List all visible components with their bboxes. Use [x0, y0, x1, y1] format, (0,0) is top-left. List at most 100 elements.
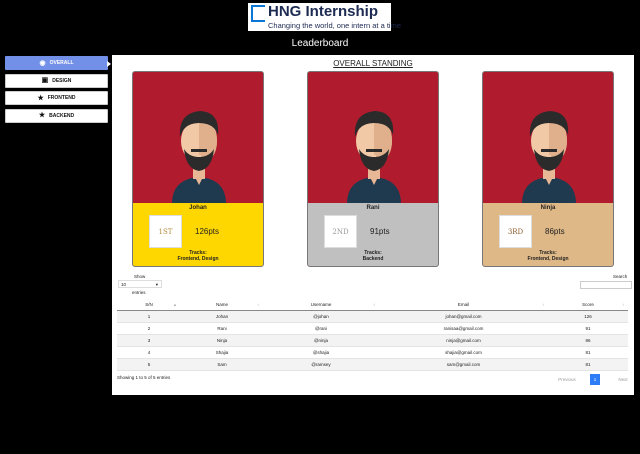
- cell-name: Johan: [181, 310, 263, 322]
- avatar-icon: [522, 111, 576, 204]
- cell-score: 126: [548, 310, 628, 322]
- brand-tagline: Changing the world, one intern at a time: [268, 21, 401, 30]
- cell-name: Sam: [181, 358, 263, 370]
- cell-username: @ninja: [263, 334, 379, 346]
- sort-icon: ↕: [373, 302, 375, 307]
- column-header-score[interactable]: Score ↕: [548, 300, 628, 311]
- card-footer-content: 3RD 86pts Tracks: Frontend, Design: [483, 203, 613, 266]
- column-header-name[interactable]: Name ↕: [181, 300, 263, 311]
- medal-icon: 3RD: [499, 215, 532, 248]
- entries-label: entries: [132, 290, 146, 295]
- sidebar-item-design[interactable]: ▣ DESIGN: [5, 73, 108, 88]
- medal-icon: 2ND: [324, 215, 357, 248]
- user-circle-icon: ◉: [39, 59, 46, 67]
- search-input[interactable]: [580, 281, 632, 289]
- rank-label: 2ND: [332, 228, 349, 236]
- sidebar-item-label: BACKEND: [49, 112, 75, 119]
- column-header-username[interactable]: Username ↕: [263, 300, 379, 311]
- cell-score: 91: [585, 325, 591, 331]
- card-footer-content: 2ND 91pts Tracks: Backend: [308, 203, 438, 266]
- leaderboard-table: S/N ▲ Name ↕ Username ↕ Email ↕ Score ↕ 1 Joh…: [117, 300, 628, 371]
- star-icon: ★: [37, 94, 44, 102]
- medal-icon: 1ST: [149, 215, 182, 248]
- column-header-sn[interactable]: S/N ▲: [117, 300, 181, 311]
- pagination: Previous 1 Next: [552, 374, 638, 385]
- table-row: 5 Sam @ramsey sam@gmail.com 81: [117, 358, 628, 370]
- column-header-label: Username: [310, 302, 332, 308]
- cell-email: johan@gmail.com: [379, 310, 548, 322]
- entries-value: 10: [121, 282, 127, 287]
- rank-label: 3RD: [507, 228, 524, 236]
- points-value: 126: [195, 227, 209, 236]
- sort-icon: ↕: [257, 302, 259, 307]
- cell-sn: 5: [117, 358, 181, 370]
- sidebar-item-backend[interactable]: ★ BACKEND: [5, 108, 108, 123]
- previous-button[interactable]: Previous: [552, 377, 582, 382]
- table-row: 2 Rani @rani ranisaa@gmail.com 91: [117, 322, 628, 334]
- leader-card-third[interactable]: Ninja 3RD 86pts Tracks: Frontend, Design: [482, 71, 614, 267]
- points-unit: pts: [208, 227, 220, 236]
- table-info: Showing 1 to 5 of 5 entries: [117, 375, 171, 380]
- column-header-label: Email: [457, 302, 470, 308]
- next-button[interactable]: Next: [608, 377, 638, 382]
- sidebar-item-label: DESIGN: [52, 77, 72, 84]
- sidebar-item-overall[interactable]: ◉ OVERALL: [5, 56, 111, 70]
- sort-icon: ↕: [542, 302, 544, 307]
- leader-card-first[interactable]: Johan 1ST 126pts Tracks: Frontend, Design: [132, 71, 264, 267]
- column-header-label: S/N: [145, 302, 153, 308]
- sort-icon: ↕: [622, 302, 624, 307]
- points: 126pts: [195, 227, 219, 236]
- avatar-icon: [172, 111, 226, 204]
- cell-name: Shajia: [215, 349, 229, 355]
- column-header-label: Score: [582, 302, 594, 308]
- sort-icon: ▲: [173, 302, 177, 307]
- table-row: 3 Ninja @ninja ninja@gmail.com 86: [117, 334, 628, 346]
- main-panel: OVERALL STANDING Johan 1ST 126pts Tracks…: [112, 55, 634, 395]
- tracks: Tracks: Frontend, Design: [483, 250, 613, 262]
- table-row: 4 Shajia @shajia shajia@gmail.com 81: [117, 346, 628, 358]
- tracks-value: Frontend, Design: [177, 256, 219, 262]
- card-footer-content: 1ST 126pts Tracks: Frontend, Design: [133, 203, 263, 266]
- chevron-down-icon: ▾: [155, 282, 158, 287]
- points: 86pts: [545, 227, 565, 236]
- tracks-value: Backend: [362, 256, 384, 262]
- brand-name: HNG Internship: [268, 3, 379, 20]
- points-unit: pts: [553, 227, 565, 236]
- entries-select[interactable]: 10 ▾: [118, 280, 162, 288]
- points-value: 91: [370, 227, 379, 236]
- cell-sn: 4: [147, 349, 151, 355]
- cell-score: 81: [548, 358, 628, 370]
- cell-username: @shajia: [312, 349, 330, 355]
- cell-email: ninja@gmail.com: [379, 334, 548, 346]
- standing-title: OVERALL STANDING: [333, 59, 413, 68]
- tracks-value: Frontend, Design: [527, 256, 569, 262]
- column-header-email[interactable]: Email ↕: [379, 300, 548, 311]
- tracks: Tracks: Backend: [308, 250, 438, 262]
- cell-score: 86: [548, 334, 628, 346]
- page-button-current[interactable]: 1: [590, 374, 600, 385]
- logo-bracket-icon: [251, 5, 265, 22]
- cell-username: @rani: [314, 325, 328, 331]
- logo: HNG Internship Changing the world, one i…: [248, 3, 401, 31]
- avatar-icon: [347, 111, 401, 204]
- table-row: 1 Johan @johan johan@gmail.com 126: [117, 310, 628, 322]
- search-label: Search: [613, 274, 628, 279]
- column-header-label: Name: [215, 302, 228, 308]
- star-icon: ★: [38, 112, 46, 119]
- show-label: Show: [134, 274, 146, 279]
- cell-sn: 3: [117, 334, 181, 346]
- cell-sn: 1: [117, 310, 181, 322]
- rank-label: 1ST: [158, 228, 173, 236]
- cell-name: Rani: [217, 325, 227, 331]
- leader-card-second[interactable]: Rani 2ND 91pts Tracks: Backend: [307, 71, 439, 267]
- points-unit: pts: [378, 227, 390, 236]
- cell-email: ranisaa@gmail.com: [443, 325, 484, 331]
- cell-username: @johan: [263, 310, 379, 322]
- cell-score: 81: [585, 349, 591, 355]
- page-title: Leaderboard: [291, 38, 349, 49]
- tracks: Tracks: Frontend, Design: [133, 250, 263, 262]
- sidebar-item-frontend[interactable]: ★ FRONTEND: [5, 91, 108, 105]
- sidebar-item-label: FRONTEND: [47, 95, 76, 101]
- cell-sn: 2: [147, 325, 151, 331]
- cell-email: sam@gmail.com: [379, 358, 548, 370]
